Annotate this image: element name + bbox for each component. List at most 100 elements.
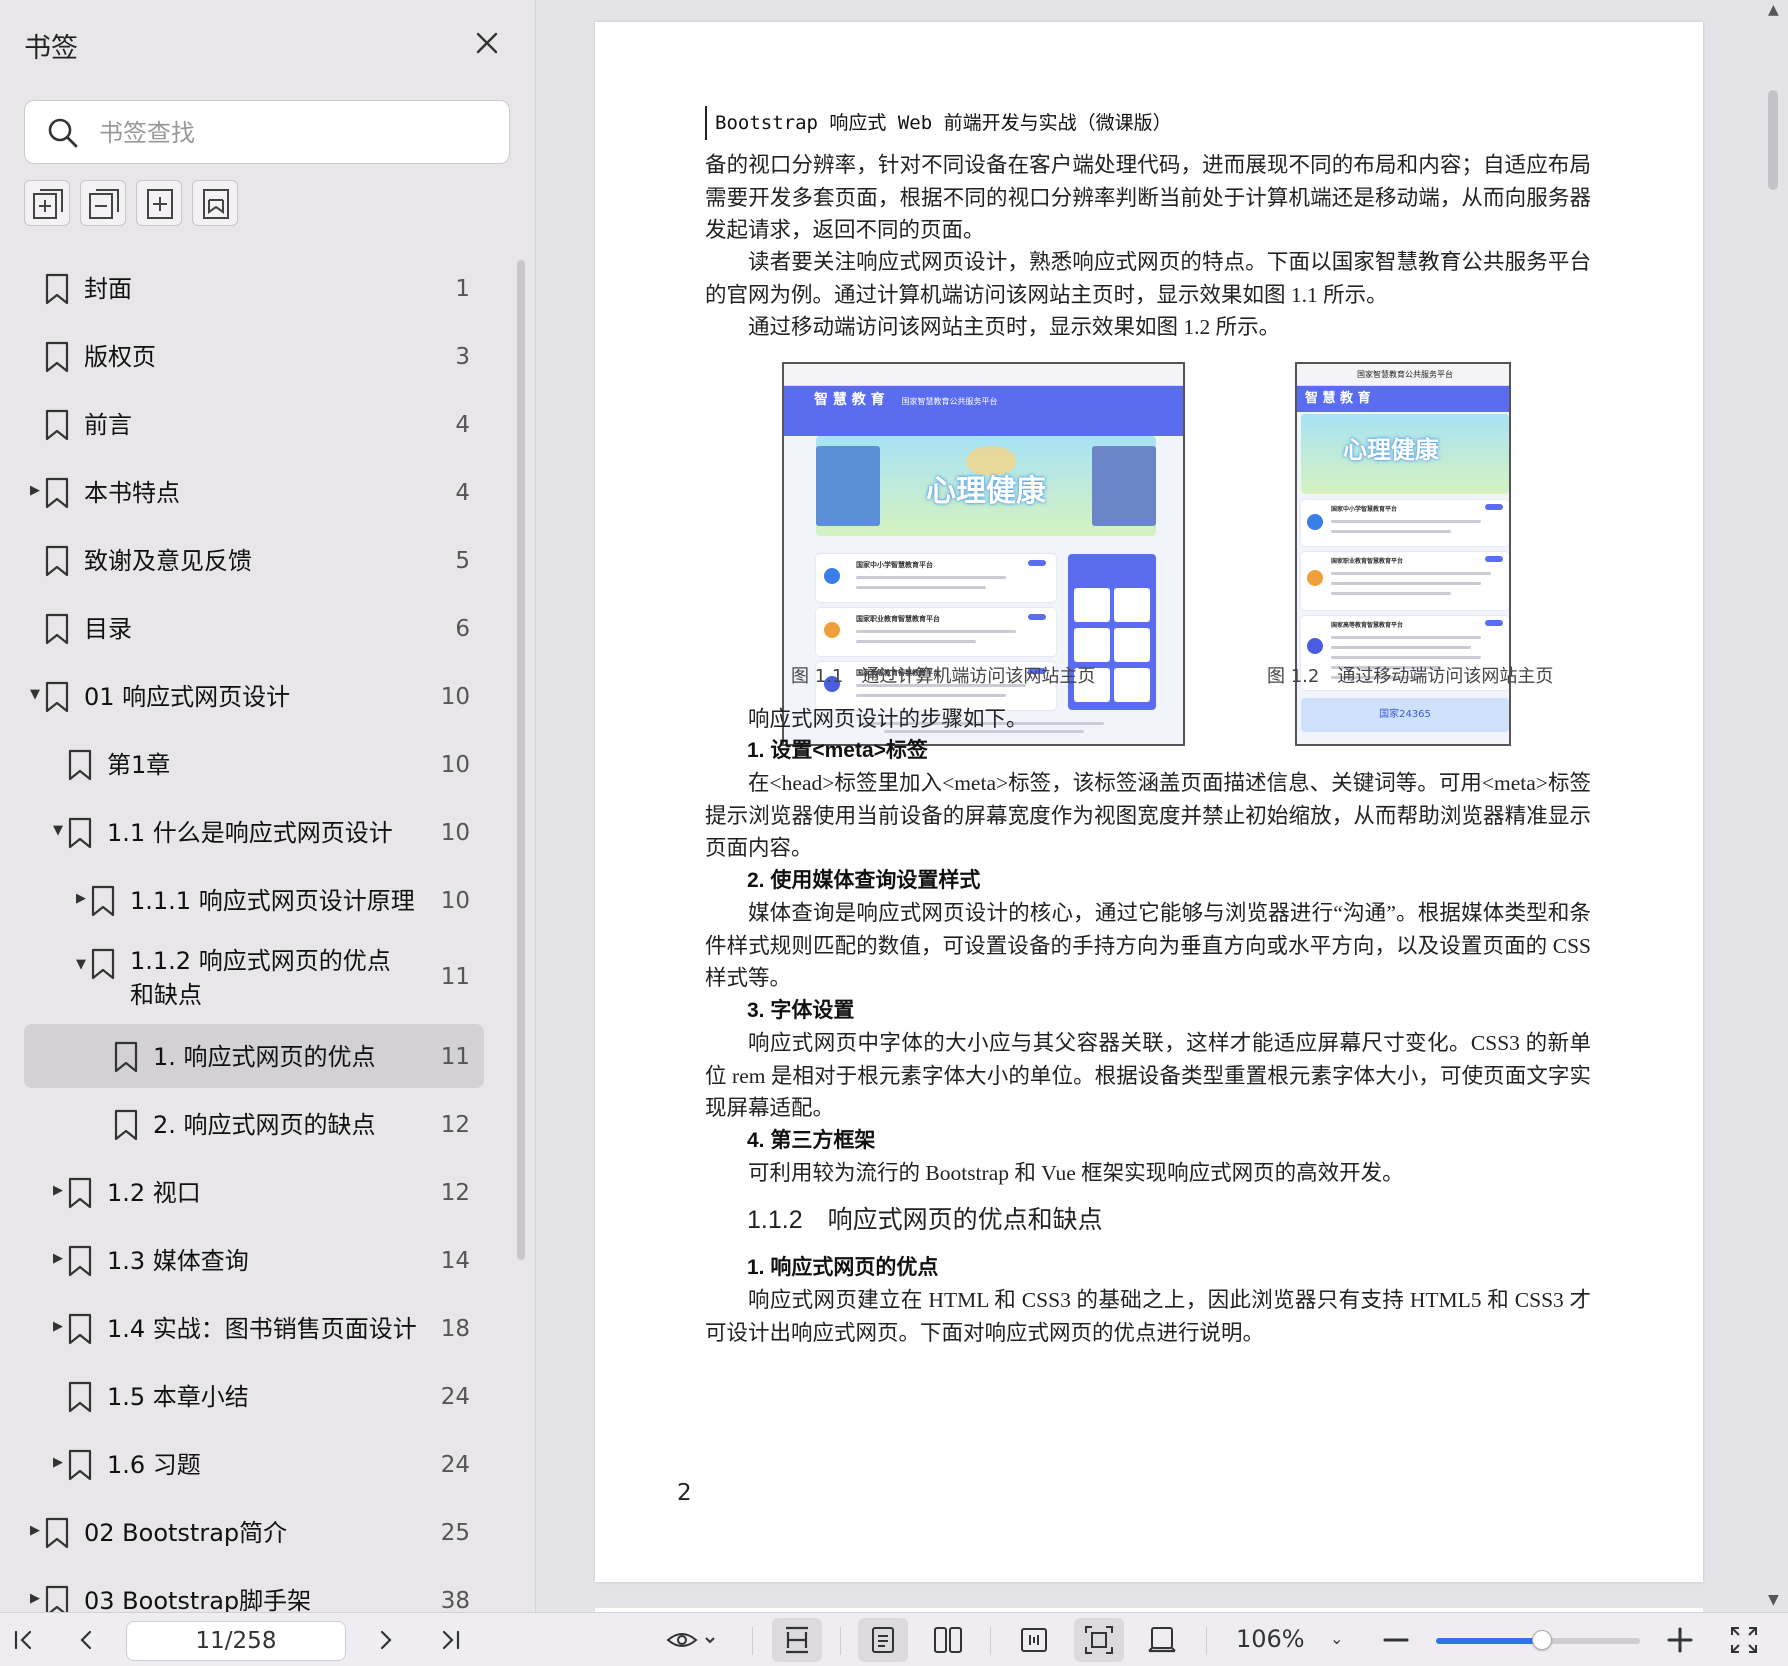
page-number-input[interactable]: [126, 1621, 346, 1661]
bookmark-item[interactable]: 1.5 本章小结 24: [24, 1364, 484, 1428]
bookmark-label: 1.4 实战：图书销售页面设计: [107, 1315, 417, 1343]
bookmark-item[interactable]: 1. 响应式网页的优点 11: [24, 1024, 484, 1088]
bookmark-page-number: 12: [440, 1112, 470, 1138]
bookmark-item[interactable]: ▶ 本书特点 4: [24, 460, 484, 524]
step-heading: 2. 使用媒体查询设置样式: [747, 869, 981, 892]
bookmark-label: 1.1 什么是响应式网页设计: [107, 819, 393, 847]
bookmark-item[interactable]: 致谢及意见反馈 5: [24, 528, 484, 592]
collapsed-caret-icon[interactable]: ▶: [51, 1320, 65, 1334]
step-heading: 3. 字体设置: [747, 999, 855, 1022]
bookmark-item[interactable]: 2. 响应式网页的缺点 12: [24, 1092, 484, 1156]
expanded-caret-icon[interactable]: ▼: [28, 688, 42, 702]
bookmark-label: 致谢及意见反馈: [84, 547, 252, 575]
bookmark-page-number: 10: [440, 684, 470, 710]
bookmark-item[interactable]: ▶ 1.2 视口 12: [24, 1160, 484, 1224]
bookmark-label: 前言: [84, 411, 132, 439]
single-page-icon[interactable]: [858, 1618, 908, 1662]
fit-width-icon[interactable]: [1018, 1624, 1050, 1656]
running-head: Bootstrap 响应式 Web 前端开发与实战（微课版）: [705, 106, 1172, 140]
next-page-icon[interactable]: [370, 1624, 402, 1656]
previous-page-icon[interactable]: [70, 1624, 102, 1656]
fit-page-icon[interactable]: [1074, 1618, 1124, 1662]
bookmark-item[interactable]: ▼ 01 响应式网页设计 10: [24, 664, 484, 728]
eye-icon[interactable]: [666, 1624, 720, 1656]
zoom-in-icon[interactable]: [1664, 1624, 1696, 1656]
bookmark-page-number: 1: [455, 276, 470, 302]
bookmark-icon: [44, 477, 70, 509]
close-icon[interactable]: [470, 26, 504, 60]
bookmark-page-number: 14: [440, 1248, 470, 1274]
zoom-slider[interactable]: [1436, 1630, 1640, 1650]
chevron-down-icon[interactable]: ⌄: [1330, 1629, 1343, 1648]
collapsed-caret-icon[interactable]: ▶: [51, 1184, 65, 1198]
collapsed-caret-icon[interactable]: ▶: [28, 1592, 42, 1606]
bookmark-icon: [67, 1313, 93, 1345]
paragraph: 响应式网页设计的步骤如下。: [748, 707, 1028, 731]
document-viewport[interactable]: Bootstrap 响应式 Web 前端开发与实战（微课版） 备的视口分辨率，针…: [537, 0, 1788, 1612]
zoom-out-icon[interactable]: [1380, 1624, 1412, 1656]
bookmark-item[interactable]: ▶ 1.3 媒体查询 14: [24, 1228, 484, 1292]
bookmark-icon: [67, 749, 93, 781]
search-icon: [45, 115, 81, 151]
scroll-down-icon[interactable]: ▼: [1768, 1592, 1779, 1608]
bookmark-item[interactable]: ▶ 1.4 实战：图书销售页面设计 18: [24, 1296, 484, 1360]
bookmark-page-icon[interactable]: [192, 180, 238, 226]
collapsed-caret-icon[interactable]: ▶: [28, 1524, 42, 1538]
bookmark-label: 1.2 视口: [107, 1179, 201, 1207]
first-page-icon[interactable]: [8, 1624, 40, 1656]
zoom-level[interactable]: 106%: [1236, 1625, 1305, 1653]
site-header: 智 慧 教 育 国家智慧教育公共服务平台: [784, 386, 1183, 436]
rotate-page-icon[interactable]: [1146, 1624, 1178, 1656]
section-title: 1.1.2 响应式网页的优点和缺点: [747, 1206, 1103, 1234]
sidebar-scrollbar[interactable]: [517, 260, 525, 1260]
continuous-scroll-icon[interactable]: [772, 1618, 822, 1662]
bookmark-icon: [44, 409, 70, 441]
bookmark-item[interactable]: 封面 1: [24, 256, 484, 320]
bookmark-icon: [113, 1109, 139, 1141]
bookmark-item[interactable]: 版权页 3: [24, 324, 484, 388]
bookmark-item[interactable]: 目录 6: [24, 596, 484, 660]
bookmark-page-number: 11: [440, 1044, 470, 1070]
two-page-icon[interactable]: [932, 1624, 964, 1656]
collapsed-caret-icon[interactable]: ▶: [74, 892, 88, 906]
bookmark-item[interactable]: ▶ 03 Bootstrap脚手架 38: [24, 1568, 484, 1612]
add-bookmark-icon[interactable]: [24, 180, 70, 226]
bookmark-label: 02 Bootstrap简介: [84, 1519, 288, 1547]
paragraph: 在<head>标签里加入<meta>标签，该标签涵盖页面描述信息、关键词等。可用…: [705, 771, 1591, 860]
zoom-slider-handle[interactable]: [1532, 1630, 1553, 1650]
bookmark-item[interactable]: ▼ 1.1.2 响应式网页的优点和缺点 11: [24, 936, 484, 1018]
bookmark-item[interactable]: ▶ 1.1.1 响应式网页设计原理 10: [24, 868, 484, 932]
bookmark-page-number: 10: [440, 888, 470, 914]
expanded-caret-icon[interactable]: ▼: [74, 958, 88, 972]
collapsed-caret-icon[interactable]: ▶: [51, 1456, 65, 1470]
paragraph: 可利用较为流行的 Bootstrap 和 Vue 框架实现响应式网页的高效开发。: [748, 1161, 1404, 1185]
figure-caption: 图 1.2 通过移动端访问该网站主页: [1267, 666, 1554, 687]
bookmark-item[interactable]: ▼ 1.1 什么是响应式网页设计 10: [24, 800, 484, 864]
collapsed-caret-icon[interactable]: ▶: [51, 1252, 65, 1266]
last-page-icon[interactable]: [434, 1624, 466, 1656]
collapsed-caret-icon[interactable]: ▶: [28, 484, 42, 498]
remove-bookmark-icon[interactable]: [80, 180, 126, 226]
bookmark-item[interactable]: 前言 4: [24, 392, 484, 456]
browser-bar: [784, 364, 1183, 386]
fullscreen-icon[interactable]: [1728, 1624, 1760, 1656]
bookmark-panel-title: 书签: [24, 33, 78, 64]
bookmark-page-number: 10: [440, 752, 470, 778]
expanded-caret-icon[interactable]: ▼: [51, 824, 65, 838]
bookmark-icon: [44, 341, 70, 373]
bookmark-item[interactable]: ▶ 1.6 习题 24: [24, 1432, 484, 1496]
pdf-page: Bootstrap 响应式 Web 前端开发与实战（微课版） 备的视口分辨率，针…: [595, 22, 1703, 1582]
add-sub-bookmark-icon[interactable]: [136, 180, 182, 226]
site-banner: 心理健康: [816, 436, 1156, 536]
document-scrollbar[interactable]: [1768, 90, 1778, 190]
site-brand: 智 慧 教 育: [814, 392, 885, 408]
bookmark-page-number: 5: [455, 548, 470, 574]
search-input[interactable]: [99, 113, 489, 153]
bookmark-icon: [67, 1381, 93, 1413]
bookmark-item[interactable]: 第1章 10: [24, 732, 484, 796]
scroll-up-icon[interactable]: ▲: [1768, 2, 1779, 18]
bookmark-search[interactable]: [24, 100, 510, 164]
bookmark-label: 第1章: [107, 751, 171, 779]
bookmark-item[interactable]: ▶ 02 Bootstrap简介 25: [24, 1500, 484, 1564]
paragraph: 读者要关注响应式网页设计，熟悉响应式网页的特点。下面以国家智慧教育公共服务平台的…: [705, 250, 1591, 307]
